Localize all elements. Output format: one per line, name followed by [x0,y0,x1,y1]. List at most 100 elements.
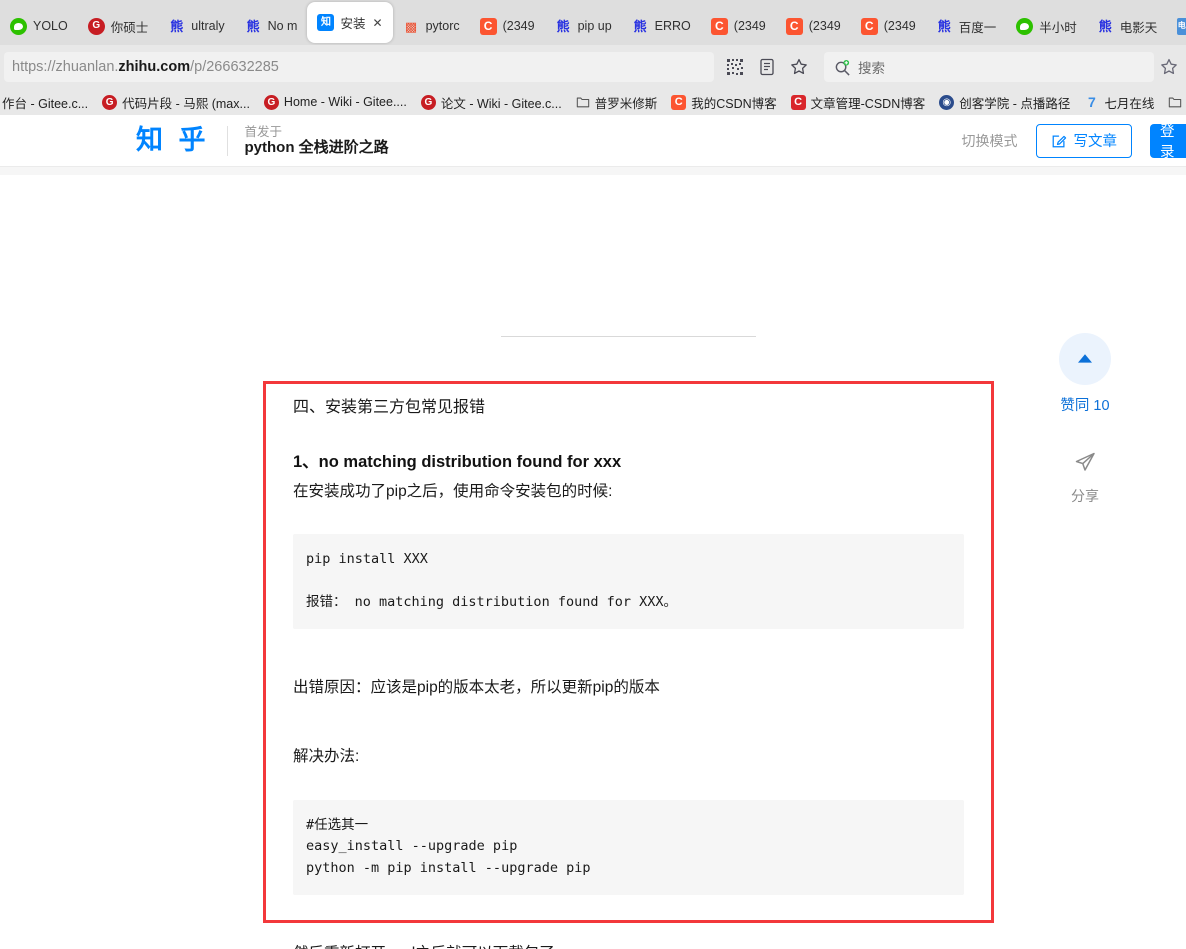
bookmark-star-icon[interactable] [1160,58,1178,76]
browser-tab[interactable]: C (2349 [851,7,926,45]
csdn-icon: C [790,94,806,110]
bookmark-label: 七月在线 [1104,96,1155,111]
bookmark-item[interactable]: C 文章管理-CSDN博客 [784,93,933,112]
baidu-icon: 熊 [556,18,570,34]
code-block-1: pip install XXX 报错： no matching distribu… [293,533,964,630]
switch-mode-link[interactable]: 切换模式 [962,131,1018,151]
upvote-count-label[interactable]: 赞同 10 [1040,394,1130,415]
page-viewport: 知 乎 首发于 python 全栈进阶之路 切换模式 写文章 登录 四、安装第三… [0,115,1186,949]
bookmark-folder[interactable]: 中国 [1161,93,1186,112]
publication-block: 首发于 python 全栈进阶之路 [245,125,389,157]
zhihu-logo[interactable]: 知 乎 [136,127,210,154]
wechat-icon [1016,17,1034,35]
baidu-icon: 熊 [937,18,951,34]
share-paperplane-icon [1075,452,1095,471]
movie-icon: 电影 [1177,17,1186,35]
bookmark-item[interactable]: G 论文 - Wiki - Gitee.c... [414,93,569,112]
article-body: 四、安装第三方包常见报错 1、no matching distribution … [263,395,994,949]
baidu-icon: 熊 [1098,18,1112,34]
login-button[interactable]: 登录 [1150,123,1186,158]
qrcode-icon[interactable] [726,58,744,76]
sub-heading-1: 1、no matching distribution found for xxx [293,452,622,471]
tab-label: 你硕士 [110,20,149,35]
browser-tab[interactable]: 半小时 [1006,7,1087,45]
address-input[interactable]: https://zhuanlan. zhihu.com/p/266632285 [4,52,714,82]
tab-label: ERRO [654,19,691,33]
code-block-2: #任选其一 easy_install --upgrade pip python … [293,799,964,896]
browser-tab[interactable]: 熊 ultraly [158,7,234,45]
bookmark-label: 普罗米修斯 [594,96,658,111]
csdn-icon: C [671,94,687,110]
search-input[interactable]: 搜索 [824,52,1154,82]
bookmark-item[interactable]: G 代码片段 - 马熙 (max... [95,93,257,112]
bookmark-item[interactable]: G Home - Wiki - Gitee.... [257,94,414,110]
tab-label: 安装 [340,17,366,31]
reading-list-icon[interactable] [758,58,776,76]
bookmark-label: 文章管理-CSDN博客 [810,96,926,111]
tab-label: (2349 [733,19,766,33]
paragraph-2: 出错原因：应该是pip的版本太老，所以更新pip的版本 [293,679,660,697]
pytorch-icon: ▩ [404,18,418,34]
bookmark-item[interactable]: 作台 - Gitee.c... [2,93,95,112]
share-button[interactable]: 分享 [1040,451,1130,506]
gitee-icon: G [420,94,436,110]
browser-tab[interactable]: C (2349 [701,7,776,45]
upvote-button[interactable] [1059,333,1111,385]
bookmark-item[interactable]: ◉ 创客学院 - 点播路径 [932,93,1077,112]
published-in-label: 首发于 [244,124,283,139]
baidu-icon: 熊 [170,18,184,34]
bookmark-label: 作台 - Gitee.c... [2,96,89,111]
section-divider [501,336,756,337]
paragraph-4: 然后重新打开cmd之后就可以下载包了。 [293,941,964,949]
header-shadow-strip [0,167,1186,175]
tab-label: YOLO [33,19,68,33]
url-prefix: https://zhuanlan. [12,59,119,75]
browser-tab[interactable]: ▩ pytorc [393,7,470,45]
browser-tab[interactable]: 熊 百度一 [926,7,1007,45]
folder-icon [576,97,589,108]
login-label: 登录 [1160,123,1175,158]
bookmarks-bar: 作台 - Gitee.c... G 代码片段 - 马熙 (max... G Ho… [0,89,1186,115]
write-article-label: 写文章 [1073,134,1118,150]
baidu-icon: 熊 [246,18,260,34]
folder-icon [1169,97,1182,108]
browser-tab[interactable]: C (2349 [470,7,545,45]
browser-chrome: YOLO G 你硕士 熊 ultraly 熊 No m 知 安装 ✕ ▩ pyt… [0,0,1186,115]
article-action-rail: 赞同 10 分享 [1040,333,1130,506]
browser-tab[interactable]: 熊 ERRO [622,7,701,45]
omnibox-right-actions [1160,58,1182,76]
gitee-icon: G [263,94,279,110]
publication-name[interactable]: python 全栈进阶之路 [245,139,389,156]
header-actions: 切换模式 写文章 登录 [962,123,1186,158]
tab-label: No m [267,19,298,33]
browser-tab[interactable]: C (2349 [776,7,851,45]
tab-label: ultraly [191,19,225,33]
browser-tab[interactable]: G 你硕士 [78,7,159,45]
bookmark-label: 代码片段 - 马熙 (max... [122,96,250,111]
bookmark-label: 我的CSDN博客 [691,96,777,111]
gitee-icon: G [102,94,118,110]
tab-label: pytorc [425,19,460,33]
url-host: zhihu.com [118,59,191,75]
browser-tab[interactable]: 熊 pip up [545,7,622,45]
write-article-button[interactable]: 写文章 [1035,123,1132,158]
browser-tab-active[interactable]: 知 安装 ✕ [307,2,393,43]
url-path: /p/266632285 [190,59,279,75]
browser-tab[interactable]: YOLO [0,7,78,45]
gitee-icon: G [87,17,105,35]
bookmark-star-icon[interactable] [790,58,808,76]
tab-label: (2349 [883,19,916,33]
close-icon[interactable]: ✕ [373,16,383,30]
csdn-icon: C [860,17,878,35]
bookmark-label: 创客学院 - 点播路径 [959,96,1071,111]
bookmark-folder[interactable]: 普罗米修斯 [569,93,665,112]
bookmark-item[interactable]: 7 七月在线 [1077,93,1161,112]
browser-tab[interactable]: 熊 No m [235,7,308,45]
tab-label: (2349 [502,19,535,33]
bookmark-item[interactable]: C 我的CSDN博客 [664,93,783,112]
browser-tab[interactable]: 熊 电影天 [1087,7,1168,45]
address-bar-row: https://zhuanlan.zhihu.com/p/266632285 [0,45,1186,89]
bookmark-label: Home - Wiki - Gitee.... [283,95,407,109]
browser-tab[interactable]: 电影 电影 [1167,7,1186,45]
csdn-icon: C [710,17,728,35]
